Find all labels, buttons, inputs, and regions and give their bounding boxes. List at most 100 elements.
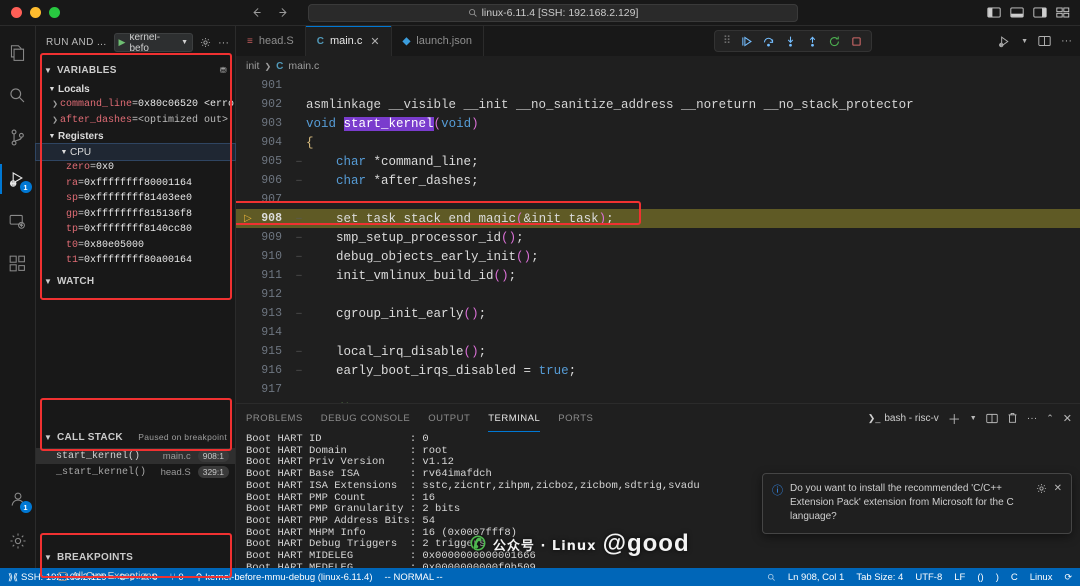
status-encoding[interactable]: UTF-8: [909, 568, 948, 586]
code-line[interactable]: 903 void start_kernel(void): [236, 114, 1080, 133]
chevron-down-icon[interactable]: ▼: [1021, 38, 1028, 45]
status-search[interactable]: [761, 568, 782, 586]
close-window-button[interactable]: [11, 7, 22, 18]
code-line[interactable]: 915 ─ local_irq_disable();: [236, 342, 1080, 361]
open-launch-json-gear-icon[interactable]: [200, 37, 211, 48]
gear-icon[interactable]: [1036, 483, 1047, 494]
variable-row[interactable]: ❯ after_dashes = <optimized out>: [36, 113, 235, 129]
tab-launch-json[interactable]: ◆ launch.json: [391, 26, 484, 56]
chevron-right-icon[interactable]: ❯: [50, 100, 60, 109]
sidebar-item-explorer[interactable]: [0, 32, 36, 74]
toggle-secondary-sidebar-icon[interactable]: [1033, 6, 1047, 19]
variables-group-registers[interactable]: ▼ Registers: [36, 128, 235, 144]
status-language-mode[interactable]: C: [1005, 568, 1024, 586]
sidebar-item-extensions[interactable]: [0, 242, 36, 284]
tab-head-s[interactable]: ≡ head.S: [236, 26, 306, 56]
sidebar-more-actions-icon[interactable]: ···: [218, 37, 229, 49]
command-center-search[interactable]: linux-6.11.4 [SSH: 192.168.2.129]: [308, 3, 798, 22]
maximize-panel-icon[interactable]: ⌃: [1046, 413, 1054, 424]
split-editor-icon[interactable]: [1038, 35, 1051, 47]
sidebar-item-search[interactable]: [0, 74, 36, 116]
breakpoint-item[interactable]: All C++ Exceptions: [36, 568, 235, 585]
more-actions-icon[interactable]: ···: [1061, 35, 1072, 47]
close-panel-icon[interactable]: ✕: [1063, 412, 1072, 425]
maximize-window-button[interactable]: [49, 7, 60, 18]
step-over-icon[interactable]: [762, 35, 775, 48]
tab-output[interactable]: OUTPUT: [428, 404, 470, 432]
status-tab-size[interactable]: Tab Size: 4: [850, 568, 909, 586]
variables-group-cpu[interactable]: ▼ CPU: [35, 143, 236, 161]
code-line[interactable]: 912: [236, 285, 1080, 304]
code-line[interactable]: 902 asmlinkage __visible __init __no_sani…: [236, 95, 1080, 114]
watch-section-header[interactable]: ▼ WATCH: [36, 271, 235, 293]
code-line-current[interactable]: ▷ 908 ─ set_task_stack_end_magic(&init_tas…: [236, 209, 1080, 228]
sidebar-item-remote-explorer[interactable]: [0, 200, 36, 242]
status-notifications[interactable]: ⟳: [1058, 568, 1078, 586]
code-line[interactable]: 914: [236, 323, 1080, 342]
status-indent-guide[interactable]: ): [990, 568, 1005, 586]
variables-section-header[interactable]: ▼ VARIABLES ⛃: [36, 59, 235, 81]
toggle-panel-icon[interactable]: [1010, 6, 1024, 19]
code-line[interactable]: 916 ─ early_boot_irqs_disabled = true;: [236, 361, 1080, 380]
register-row[interactable]: sp = 0xffffffff81403ee0: [36, 191, 235, 207]
tab-ports[interactable]: PORTS: [558, 404, 593, 432]
status-platform[interactable]: Linux: [1024, 568, 1059, 586]
toggle-primary-sidebar-icon[interactable]: [987, 6, 1001, 19]
register-row[interactable]: zero = 0x0: [36, 160, 235, 176]
chevron-right-icon[interactable]: ❯: [50, 116, 60, 125]
callstack-frame[interactable]: _start_kernel() head.S 329:1: [36, 464, 235, 480]
status-eol[interactable]: LF: [948, 568, 971, 586]
run-play-icon[interactable]: [998, 35, 1011, 48]
code-line[interactable]: 913 ─ cgroup_init_early();: [236, 304, 1080, 323]
code-line[interactable]: 917: [236, 380, 1080, 399]
split-terminal-icon[interactable]: [986, 413, 998, 424]
tab-problems[interactable]: PROBLEMS: [246, 404, 303, 432]
register-row[interactable]: tp = 0xffffffff8140cc80: [36, 222, 235, 238]
tab-terminal[interactable]: TERMINAL: [488, 404, 541, 432]
register-row[interactable]: t1 = 0xffffffff80a00164: [36, 253, 235, 269]
status-brackets[interactable]: (): [971, 568, 989, 586]
breadcrumb-file[interactable]: main.c: [288, 60, 319, 72]
sidebar-item-manage[interactable]: [0, 520, 36, 562]
callstack-section-header[interactable]: ▼ CALL STACK Paused on breakpoint: [36, 426, 235, 448]
code-line[interactable]: 911 ─ init_vmlinux_build_id();: [236, 266, 1080, 285]
register-row[interactable]: t0 = 0x80e05000: [36, 238, 235, 254]
step-into-icon[interactable]: [784, 35, 797, 48]
variable-row[interactable]: ❯ command_line = 0x80c06520 <error:: [36, 97, 235, 113]
code-editor[interactable]: 901 902 asmlinkage __visible __init __no_s…: [236, 76, 1080, 403]
code-line[interactable]: 906 ─ char *after_dashes;: [236, 171, 1080, 190]
launch-configuration-select[interactable]: ▶ kernel-befo ▼: [113, 33, 193, 52]
sidebar-item-source-control[interactable]: [0, 116, 36, 158]
variables-group-locals[interactable]: ▼ Locals: [36, 81, 235, 97]
close-icon[interactable]: ✕: [1054, 483, 1062, 494]
sidebar-item-accounts[interactable]: 1: [0, 478, 36, 520]
breadcrumb-folder[interactable]: init: [246, 60, 259, 72]
close-icon[interactable]: ✕: [370, 35, 379, 48]
register-row[interactable]: ra = 0xffffffff80001164: [36, 176, 235, 192]
back-icon[interactable]: [250, 6, 263, 19]
status-cursor-position[interactable]: Ln 908, Col 1: [782, 568, 851, 586]
notification-toast[interactable]: ⓘ Do you want to install the recommended…: [762, 473, 1072, 534]
tab-debug-console[interactable]: DEBUG CONSOLE: [321, 404, 410, 432]
stop-icon[interactable]: [850, 35, 863, 48]
register-row[interactable]: gp = 0xffffffff815136f8: [36, 207, 235, 223]
trash-icon[interactable]: [1007, 412, 1018, 424]
new-terminal-icon[interactable]: ＋: [948, 409, 961, 428]
forward-icon[interactable]: [277, 6, 290, 19]
breakpoint-checkbox[interactable]: [58, 572, 67, 581]
drag-handle-icon[interactable]: ⠿: [723, 35, 731, 47]
restart-icon[interactable]: [828, 35, 841, 48]
breakpoints-section-header[interactable]: ▼ BREAKPOINTS: [36, 546, 235, 568]
code-line[interactable]: 907: [236, 190, 1080, 209]
customize-layout-icon[interactable]: [1056, 6, 1070, 19]
code-line[interactable]: 909 ─ smp_setup_processor_id();: [236, 228, 1080, 247]
code-line[interactable]: 910 ─ debug_objects_early_init();: [236, 247, 1080, 266]
minimize-window-button[interactable]: [30, 7, 41, 18]
continue-icon[interactable]: [740, 35, 753, 48]
more-actions-icon[interactable]: ···: [1027, 412, 1038, 424]
sidebar-item-run-and-debug[interactable]: 1: [0, 158, 36, 200]
code-line[interactable]: 905 ─ char *command_line;: [236, 152, 1080, 171]
code-line[interactable]: 901: [236, 76, 1080, 95]
terminal-selector[interactable]: ❯_ bash - risc-v: [868, 413, 939, 424]
callstack-frame[interactable]: start_kernel() main.c 908:1: [36, 448, 235, 464]
